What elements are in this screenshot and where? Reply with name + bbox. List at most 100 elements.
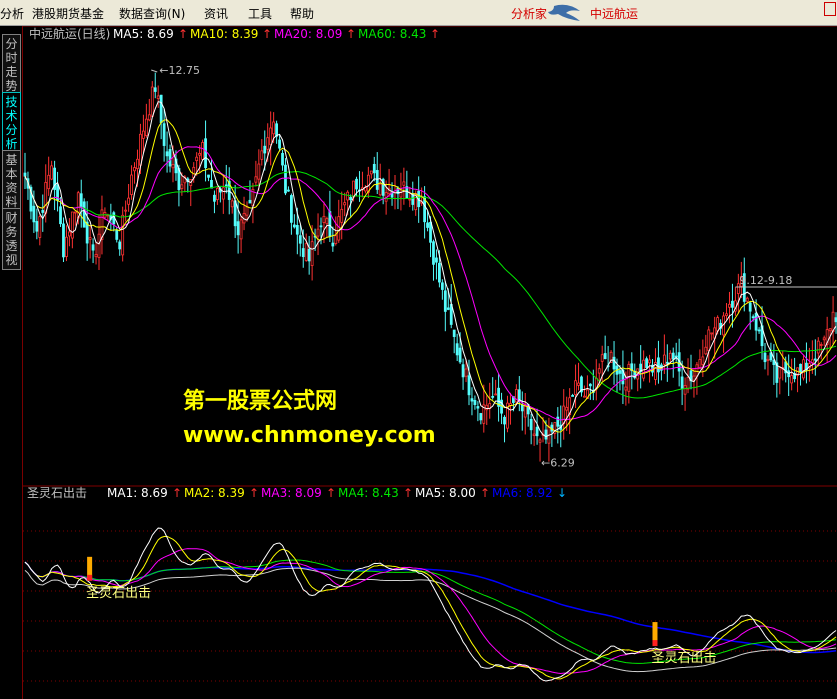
candle-body [47, 174, 51, 190]
candle-body [215, 187, 219, 201]
signal-marker-base-0 [87, 574, 93, 581]
candle-body [50, 165, 54, 180]
menu-bar: 分析 港股期货基金 数据查询(N) 资讯 工具 帮助 分析家 中远航运 [0, 0, 837, 26]
menu-hk-futures-funds[interactable]: 港股期货基金 [32, 5, 104, 22]
menu-help[interactable]: 帮助 [290, 5, 314, 22]
candle-body [556, 416, 560, 427]
tab-fundamentals-label: 基本资料 [5, 153, 18, 209]
candle-body [467, 375, 471, 396]
indicator-legend-arrow-1: ↑ [249, 486, 259, 500]
candle-body [76, 192, 80, 219]
tab-fundamentals[interactable]: 基本资料 [2, 150, 21, 212]
candle-body [432, 241, 435, 265]
candle-body [574, 380, 577, 396]
annotation-pointer-0 [151, 69, 158, 73]
candle-body [171, 164, 175, 169]
indicator-title: 圣灵石出击 [27, 486, 87, 500]
candle-body [156, 95, 160, 99]
ma-legend-2: MA20: 8.09 [274, 27, 342, 41]
ma5-line [24, 101, 837, 438]
window-corner-button[interactable] [824, 2, 836, 16]
candle-body [485, 404, 489, 411]
tab-intraday[interactable]: 分时走势 [2, 34, 21, 96]
candle-body [657, 357, 660, 373]
candle-body [494, 393, 498, 396]
candle-body [686, 376, 690, 390]
annotation-label-1: ←6.29 [541, 457, 575, 470]
menu-news[interactable]: 资讯 [204, 5, 228, 22]
tab-financials[interactable]: 财务透视 [2, 208, 21, 270]
indicator-legend-1: MA2: 8.39 [184, 486, 245, 500]
candle-body [275, 123, 279, 137]
tab-technical-analysis[interactable]: 技术分析 [2, 92, 21, 154]
menu-analysis[interactable]: 分析 [0, 5, 24, 22]
candle-body [115, 229, 119, 240]
candle-body [455, 343, 459, 356]
candle-body [648, 359, 651, 364]
candle-body [35, 221, 39, 232]
candle-body [32, 205, 36, 223]
candle-body [757, 329, 761, 332]
candle-body [375, 170, 379, 190]
candle-body [334, 235, 338, 244]
candle-body [503, 416, 506, 425]
candle-body [819, 344, 823, 346]
candle-body [239, 219, 243, 240]
candle-body [91, 244, 95, 251]
candle-body [618, 370, 622, 374]
candle-body [118, 241, 122, 250]
candle-body [440, 282, 444, 290]
candle-body [68, 231, 71, 237]
candle-body [704, 346, 708, 355]
candle-body [452, 329, 456, 337]
indicator-legend-3: MA4: 8.43 [338, 486, 399, 500]
candle-body [426, 222, 429, 228]
signal-marker-base-1 [652, 640, 658, 647]
candle-body [73, 211, 77, 214]
ma-legend-arrow-3: ↑ [430, 27, 440, 41]
candle-body [751, 316, 755, 319]
candle-body [583, 395, 586, 398]
ma-legend-arrow-2: ↑ [346, 27, 356, 41]
candle-body [70, 211, 74, 239]
stock-chart[interactable]: 中远航运(日线) MA5: 8.69 ↑ MA10: 8.39 ↑ MA20: 8.09 ↑… [23, 26, 837, 699]
candle-body [269, 127, 273, 145]
candle-body [121, 214, 125, 256]
candle-body [399, 191, 403, 198]
candle-body [716, 317, 720, 332]
candle-body [97, 233, 101, 258]
candle-body [695, 364, 699, 377]
candle-body [799, 363, 802, 373]
menu-tools[interactable]: 工具 [248, 5, 272, 22]
candle-body [245, 206, 249, 216]
candle-body [62, 223, 65, 258]
candle-body [165, 151, 169, 157]
candle-body [198, 153, 202, 156]
indicator-legend-arrow-5: ↓ [557, 486, 567, 500]
candle-body [464, 368, 468, 377]
candle-body [372, 163, 376, 174]
candle-body [437, 262, 441, 283]
main-chart-title: 中远航运(日线) [29, 26, 110, 41]
analysis-brand-label: 分析家 [511, 7, 548, 21]
candle-body [301, 248, 305, 258]
candle-body [213, 194, 216, 202]
candle-body [600, 354, 604, 362]
candle-body [707, 329, 711, 352]
candle-body [680, 376, 684, 390]
candle-body [168, 148, 172, 167]
menu-data-query[interactable]: 数据查询(N) [119, 5, 185, 22]
candle-body [532, 433, 536, 436]
candle-body [725, 313, 728, 316]
candle-body [159, 94, 163, 124]
candle-body [665, 361, 669, 364]
candle-body [254, 176, 258, 183]
candle-body [207, 174, 210, 178]
candle-body [221, 187, 225, 200]
candle-body [266, 137, 270, 150]
candle-body [142, 130, 145, 139]
candle-body [210, 179, 213, 189]
ma-legend-1: MA10: 8.39 [190, 27, 258, 41]
indicator-legend-arrow-4: ↑ [480, 486, 490, 500]
candle-body [642, 359, 646, 379]
